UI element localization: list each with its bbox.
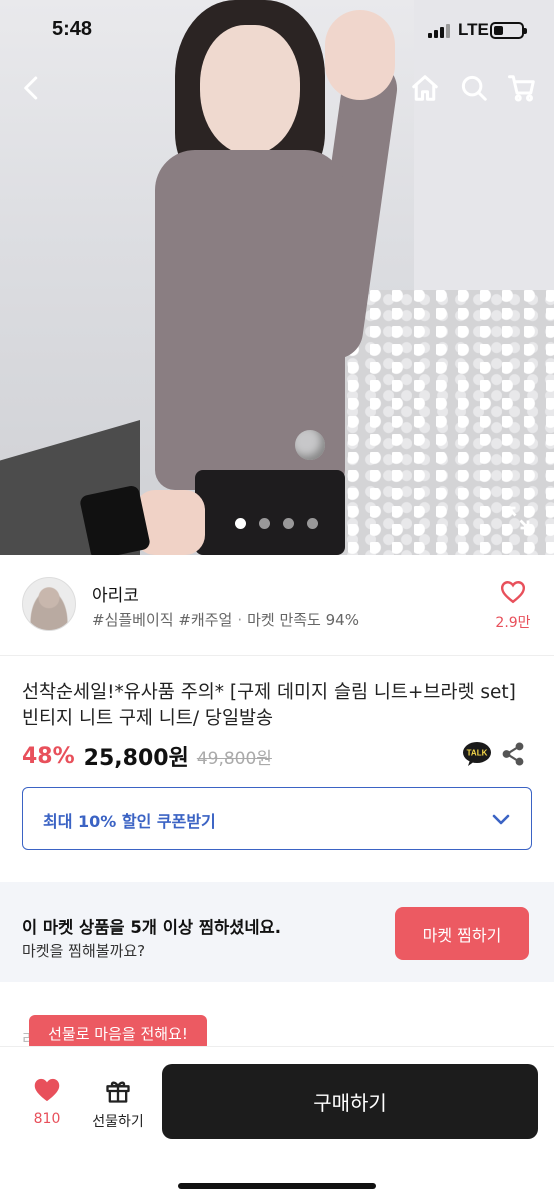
status-bar: 5:48 LTE — [0, 0, 554, 60]
product-title: 선착순세일!*유사품 주의* [구제 데미지 슬림 니트+브라렛 set] 빈티… — [22, 682, 516, 729]
buy-button[interactable]: 구매하기 — [162, 1064, 538, 1139]
market-follow-banner: 이 마켓 상품을 5개 이상 찜하셨네요. 마켓을 찜해볼까요? 마켓 찜하기 — [0, 882, 554, 982]
seller-satisfaction: 마켓 만족도 94% — [247, 611, 359, 629]
heart-filled-icon — [34, 1078, 60, 1102]
kakao-talk-label: TALK — [467, 749, 488, 758]
expand-icon[interactable] — [503, 503, 533, 533]
sale-price: 25,800원 — [83, 746, 189, 771]
bottom-action-bar: 810 선물하기 구매하기 — [0, 1046, 554, 1200]
seller-style-tags: #심플베이직 #캐주얼 — [92, 611, 233, 629]
pagination-dot[interactable] — [283, 518, 294, 529]
network-type: LTE — [458, 20, 489, 39]
product-like-count: 810 — [33, 1111, 61, 1127]
home-icon[interactable] — [405, 68, 445, 108]
gallery-pagination[interactable] — [235, 518, 318, 529]
market-banner-title: 이 마켓 상품을 5개 이상 찜하셨네요. — [22, 918, 281, 937]
seller-tags: #심플베이직 #캐주얼 · 마켓 만족도 94% — [92, 611, 359, 629]
cart-icon[interactable] — [502, 68, 542, 108]
seller-like-count: 2.9만 — [495, 615, 531, 631]
coupon-button[interactable]: 최대 10% 할인 쿠폰받기 — [22, 787, 532, 850]
model-figure — [78, 0, 401, 555]
signal-icon — [428, 24, 450, 38]
original-price: 49,800원 — [196, 748, 272, 769]
chevron-down-icon — [492, 814, 510, 825]
seller-like-button[interactable]: 2.9만 — [492, 580, 534, 632]
seller-section[interactable]: 아리코 #심플베이직 #캐주얼 · 마켓 만족도 94% 2.9만 — [0, 556, 554, 656]
coupon-label: 최대 10% 할인 쿠폰받기 — [43, 812, 216, 831]
share-icon[interactable] — [500, 741, 526, 767]
product-image[interactable]: 5:48 LTE — [0, 0, 554, 555]
back-icon[interactable] — [12, 68, 52, 108]
status-time: 5:48 — [52, 18, 93, 40]
gift-icon — [106, 1081, 130, 1103]
seller-avatar[interactable] — [22, 577, 76, 631]
home-indicator — [178, 1183, 376, 1189]
pagination-dot[interactable] — [307, 518, 318, 529]
pagination-dot[interactable] — [259, 518, 270, 529]
kakao-talk-icon[interactable]: TALK — [462, 741, 492, 767]
product-like-button[interactable]: 810 — [22, 1077, 72, 1127]
seller-name[interactable]: 아리코 — [92, 581, 139, 606]
pagination-dot[interactable] — [235, 518, 246, 529]
market-like-button[interactable]: 마켓 찜하기 — [395, 907, 529, 960]
market-banner-subtitle: 마켓을 찜해볼까요? — [22, 942, 146, 960]
battery-icon — [490, 22, 527, 39]
search-icon[interactable] — [454, 68, 494, 108]
price-row: 48% 25,800원 49,800원 — [22, 741, 272, 772]
heart-outline-icon — [500, 581, 526, 604]
gift-label: 선물하기 — [92, 1114, 144, 1130]
gift-button[interactable]: 선물하기 — [86, 1077, 150, 1131]
discount-rate: 48% — [22, 743, 75, 769]
